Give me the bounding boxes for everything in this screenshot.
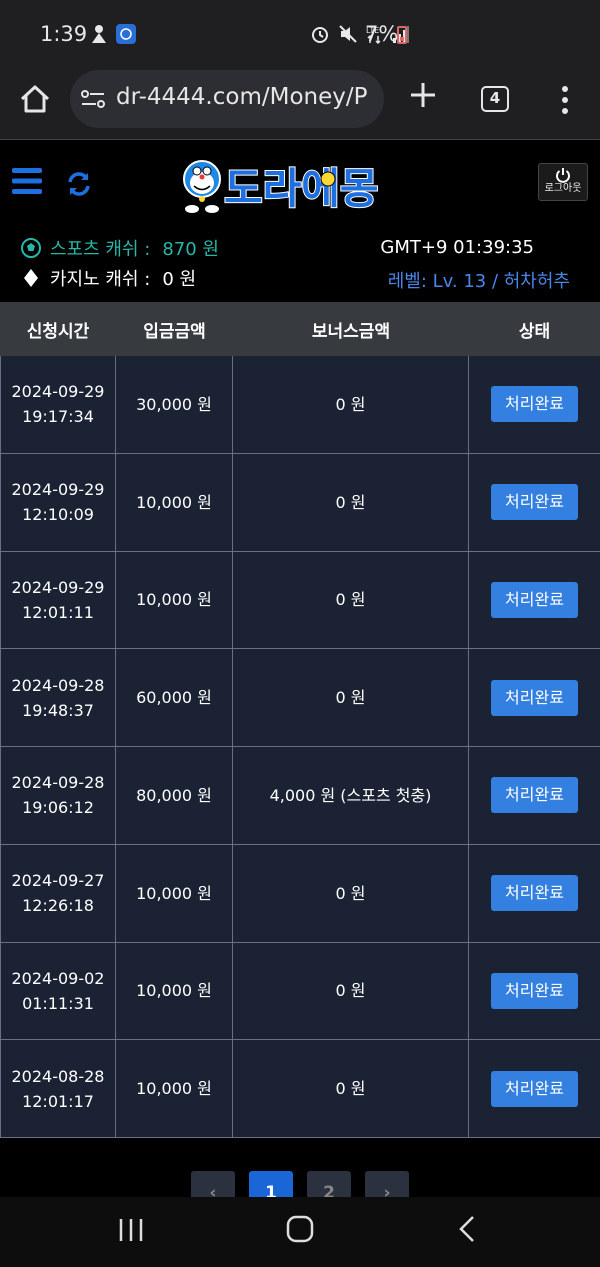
deposit-amount-cell: 60,000 원 [116, 649, 233, 746]
sports-cash-value: 870 원 [162, 239, 219, 260]
deposit-amount-cell: 10,000 원 [116, 453, 233, 551]
deposit-amount-cell: 10,000 원 [116, 1040, 233, 1137]
logout-label: 로그아웃 [544, 183, 582, 194]
hamburger-menu-icon[interactable] [12, 167, 42, 195]
url-text: dr-4444.com/Money/P [116, 84, 368, 110]
more-menu-icon[interactable] [555, 84, 575, 116]
svg-text:도라에몽: 도라에몽 [224, 164, 379, 213]
pagination-area: ‹ 1 2 › [0, 1139, 600, 1197]
bonus-amount-cell: 0 원 [233, 1040, 469, 1137]
battery-icon [397, 26, 407, 44]
deposit-amount-cell: 10,000 원 [116, 942, 233, 1040]
casino-cash-value: 0 원 [162, 269, 197, 290]
status-complete-button[interactable]: 처리완료 [491, 875, 578, 912]
casino-cash-row: 카지노 캐쉬 : 0 원 [20, 265, 196, 291]
tab-switcher-button[interactable]: 4 [481, 86, 509, 112]
status-complete-button[interactable]: 처리완료 [491, 386, 578, 423]
refresh-icon[interactable] [66, 171, 92, 197]
site-header: 도라에몽 로그아웃 스포츠 캐쉬 : 870 원 카지노 캐쉬 : 0 원 GM… [0, 141, 600, 301]
status-cell: 처리완료 [469, 845, 600, 942]
bonus-amount-cell: 0 원 [233, 356, 469, 453]
sports-cash-row: 스포츠 캐쉬 : 870 원 [20, 235, 219, 261]
status-time: 1:39 [40, 22, 88, 46]
request-time-cell: 2024-09-29 19:17:34 [0, 356, 116, 453]
person-icon [92, 25, 106, 43]
bonus-amount-cell: 0 원 [233, 551, 469, 649]
app-icon [116, 24, 136, 44]
status-complete-button[interactable]: 처리완료 [491, 581, 578, 618]
casino-cash-label: 카지노 캐쉬 : [50, 269, 151, 290]
request-time-cell: 2024-09-29 12:10:09 [0, 453, 116, 551]
page-2-button[interactable]: 2 [307, 1171, 351, 1197]
request-time-cell: 2024-09-02 01:11:31 [0, 942, 116, 1040]
new-tab-icon[interactable] [408, 80, 438, 110]
header-request-time: 신청시간 [26, 321, 90, 342]
mute-icon [339, 25, 357, 43]
deposit-history-table: 2024-09-29 19:17:34 30,000 원 0 원 처리완료 202… [0, 356, 600, 1138]
table-row: 2024-09-29 12:01:11 10,000 원 0 원 처리완료 [0, 551, 600, 650]
recent-apps-icon[interactable] [118, 1217, 144, 1243]
next-page-button[interactable]: › [365, 1171, 409, 1197]
home-nav-icon[interactable] [286, 1215, 314, 1243]
header-status: 상태 [518, 321, 551, 342]
table-row: 2024-09-29 19:17:34 30,000 원 0 원 처리완료 [0, 356, 600, 454]
site-logo[interactable]: 도라에몽 [180, 149, 425, 219]
table-row: 2024-08-28 12:01:17 10,000 원 0 원 처리완료 [0, 1040, 600, 1138]
status-cell: 처리완료 [469, 649, 600, 746]
status-cell: 처리완료 [469, 747, 600, 844]
status-bar: 1:39 LTE 7% [0, 0, 600, 70]
back-icon[interactable] [458, 1215, 476, 1243]
status-complete-button[interactable]: 처리완료 [491, 484, 578, 521]
table-row: 2024-09-28 19:06:12 80,000 원 4,000 원 (스포츠… [0, 747, 600, 845]
deposit-amount-cell: 80,000 원 [116, 747, 233, 844]
deposit-amount-cell: 10,000 원 [116, 551, 233, 649]
request-time-cell: 2024-09-27 12:26:18 [0, 844, 116, 942]
status-cell: 처리완료 [469, 552, 600, 649]
page-1-button[interactable]: 1 [249, 1171, 293, 1197]
bonus-amount-cell: 0 원 [233, 453, 469, 551]
deposit-amount-cell: 30,000 원 [116, 356, 233, 453]
request-time-cell: 2024-09-28 19:06:12 [0, 747, 116, 844]
status-complete-button[interactable]: 처리완료 [491, 1070, 578, 1107]
alarm-icon [312, 27, 328, 43]
status-complete-button[interactable]: 처리완료 [491, 972, 578, 1009]
header-bonus-amount: 보너스금액 [311, 321, 391, 342]
home-icon[interactable] [18, 82, 52, 116]
logout-button[interactable]: 로그아웃 [538, 163, 588, 201]
request-time-cell: 2024-08-28 12:01:17 [0, 1040, 116, 1137]
pagination: ‹ 1 2 › [191, 1171, 409, 1197]
diamond-icon [24, 269, 38, 287]
power-icon [556, 168, 570, 183]
prev-page-button[interactable]: ‹ [191, 1171, 235, 1197]
status-cell: 처리완료 [469, 356, 600, 453]
status-cell: 처리완료 [469, 1040, 600, 1137]
sports-cash-label: 스포츠 캐쉬 : [50, 239, 151, 260]
table-row: 2024-09-29 12:10:09 10,000 원 0 원 처리완료 [0, 453, 600, 552]
header-deposit-amount: 입금금액 [143, 321, 206, 342]
browser-toolbar: dr-4444.com/Money/P 4 [0, 70, 600, 140]
status-complete-button[interactable]: 처리완료 [491, 777, 578, 814]
status-cell: 처리완료 [469, 943, 600, 1040]
request-time-cell: 2024-09-29 12:01:11 [0, 551, 116, 649]
table-row: 2024-09-02 01:11:31 10,000 원 0 원 처리완료 [0, 942, 600, 1041]
bonus-amount-cell: 4,000 원 (스포츠 첫충) [233, 747, 469, 844]
table-header: 신청시간 입금금액 보너스금액 상태 [0, 302, 600, 356]
status-cell: 처리완료 [469, 454, 600, 551]
gmt-clock: GMT+9 01:39:35 [380, 237, 534, 258]
site-settings-icon[interactable] [80, 86, 106, 112]
deposit-amount-cell: 10,000 원 [116, 844, 233, 942]
table-row: 2024-09-28 19:48:37 60,000 원 0 원 처리완료 [0, 649, 600, 747]
bonus-amount-cell: 0 원 [233, 649, 469, 746]
status-complete-button[interactable]: 처리완료 [491, 679, 578, 716]
bonus-amount-cell: 0 원 [233, 942, 469, 1040]
soccer-ball-icon [21, 238, 41, 258]
user-level[interactable]: 레벨: Lv. 13 / 허차허추 [388, 267, 570, 293]
request-time-cell: 2024-09-28 19:48:37 [0, 649, 116, 746]
system-nav-bar [0, 1197, 600, 1267]
table-row: 2024-09-27 12:26:18 10,000 원 0 원 처리완료 [0, 844, 600, 943]
address-bar[interactable]: dr-4444.com/Money/P [70, 70, 384, 128]
bonus-amount-cell: 0 원 [233, 844, 469, 942]
battery-percent: 7% [365, 22, 399, 46]
